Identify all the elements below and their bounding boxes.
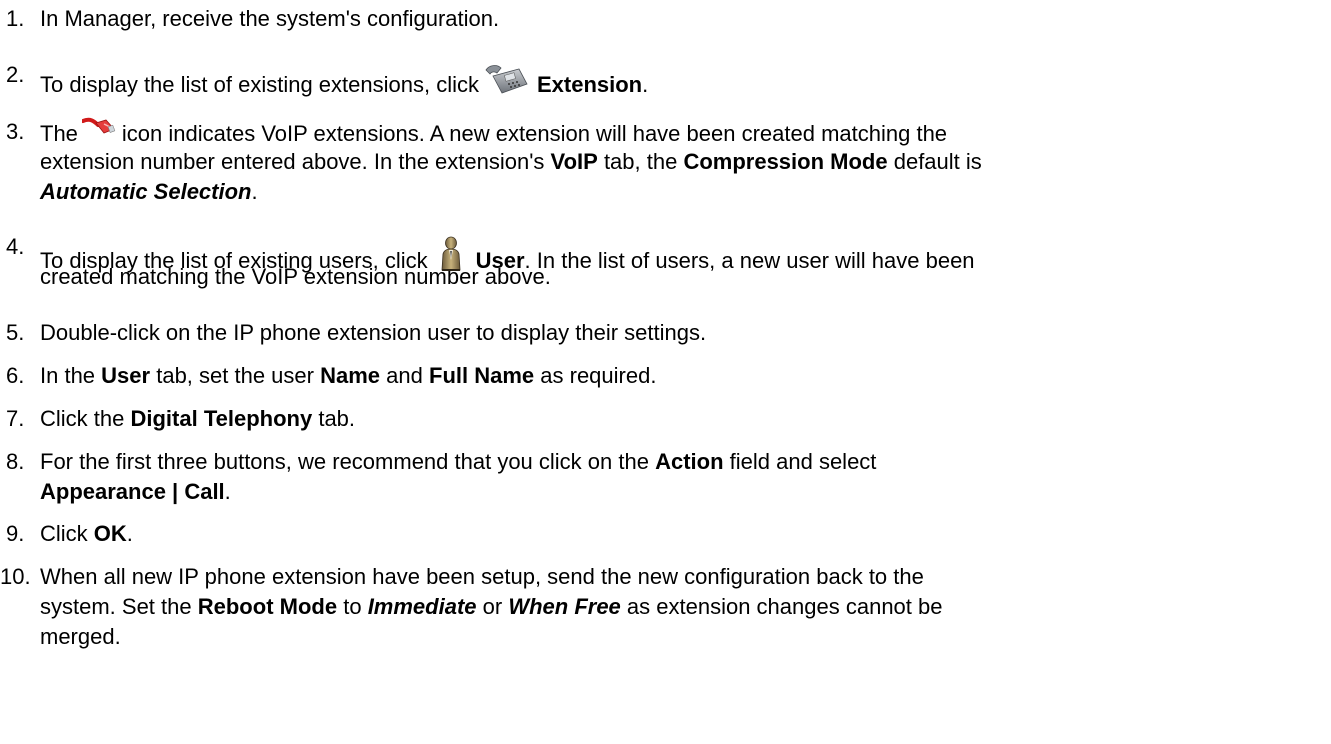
step-2-period: . xyxy=(642,72,649,97)
digital-telephony-tab-label: Digital Telephony xyxy=(130,406,313,431)
user-tab-label: User xyxy=(101,363,151,388)
step-text: In Manager, receive the system's configu… xyxy=(40,4,1329,34)
step-5-text: Double-click on the IP phone extension u… xyxy=(40,320,707,345)
step-number: 1. xyxy=(6,6,25,31)
step-3-text-b: icon indicates VoIP extensions. A new ex… xyxy=(121,121,948,146)
step-text: Double-click on the IP phone extension u… xyxy=(40,318,1329,348)
user-icon xyxy=(440,236,462,272)
step-number: 6. xyxy=(6,363,25,388)
step-8-period: . xyxy=(224,479,231,504)
step-number: 7. xyxy=(6,406,25,431)
name-field-label: Name xyxy=(320,363,381,388)
step-text: The icon indicates VoIP extensions. A ne… xyxy=(40,117,1329,207)
reboot-mode-label: Reboot Mode xyxy=(197,594,338,619)
step-10-text-a: When all new IP phone extension have bee… xyxy=(40,564,924,589)
step-3-text-d: tab, the xyxy=(603,149,678,174)
desk-phone-icon xyxy=(483,64,529,96)
step-number: 3. xyxy=(6,119,25,144)
step-number: 5. xyxy=(6,320,25,345)
extension-label: Extension xyxy=(536,72,643,97)
step-text: Click OK. xyxy=(40,519,1329,549)
step-3-period: . xyxy=(251,179,258,204)
step-3-text-c: extension number entered above. In the e… xyxy=(40,149,545,174)
step-4-text-c: created matching the VoIP extension numb… xyxy=(40,264,551,289)
step-text: To display the list of existing users, c… xyxy=(40,232,1329,292)
appearance-call-label: Appearance | Call xyxy=(40,479,225,504)
automatic-selection-label: Automatic Selection xyxy=(40,179,252,204)
step-8-text-b: field and select xyxy=(729,449,877,474)
step-3-text-a: The xyxy=(40,121,78,146)
step-10-text-c: to xyxy=(343,594,362,619)
step-3-text-e: default is xyxy=(893,149,982,174)
step-number: 8. xyxy=(6,449,25,474)
step-6-text-b: tab, set the user xyxy=(156,363,314,388)
step-number: 9. xyxy=(6,521,25,546)
network-cable-icon xyxy=(81,115,116,139)
step-10-text-b: system. Set the xyxy=(40,594,192,619)
step-6-text-d: as required. xyxy=(540,363,657,388)
full-name-field-label: Full Name xyxy=(429,363,535,388)
step-10-text-e: as extension changes cannot be xyxy=(626,594,943,619)
compression-mode-label: Compression Mode xyxy=(683,149,888,174)
step-8-text-a: For the first three buttons, we recommen… xyxy=(40,449,649,474)
step-4-text-b: . In the list of users, a new user will … xyxy=(524,248,975,273)
step-2-text: To display the list of existing extensio… xyxy=(40,72,479,97)
step-9-period: . xyxy=(126,521,133,546)
ok-button-label: OK xyxy=(93,521,127,546)
immediate-label: Immediate xyxy=(367,594,477,619)
step-7-text-a: Click the xyxy=(40,406,125,431)
step-6-text-c: and xyxy=(386,363,423,388)
step-number: 2. xyxy=(6,62,25,87)
step-7-text-b: tab. xyxy=(318,406,356,431)
step-number: 4. xyxy=(6,234,25,259)
step-text: To display the list of existing extensio… xyxy=(40,60,1329,97)
step-text: For the first three buttons, we recommen… xyxy=(40,447,1329,507)
step-text: Click the Digital Telephony tab. xyxy=(40,404,1329,434)
voip-tab-label: VoIP xyxy=(550,149,598,174)
step-text: When all new IP phone extension have bee… xyxy=(40,562,1329,652)
step-10-text-f: merged. xyxy=(40,624,121,649)
step-10-text-d: or xyxy=(482,594,503,619)
action-field-label: Action xyxy=(655,449,724,474)
step-text: In the User tab, set the user Name and F… xyxy=(40,361,1329,391)
step-6-text-a: In the xyxy=(40,363,96,388)
step-1-text: In Manager, receive the system's configu… xyxy=(40,6,500,31)
step-number: 10. xyxy=(0,564,31,589)
step-9-text-a: Click xyxy=(40,521,88,546)
when-free-label: When Free xyxy=(508,594,621,619)
